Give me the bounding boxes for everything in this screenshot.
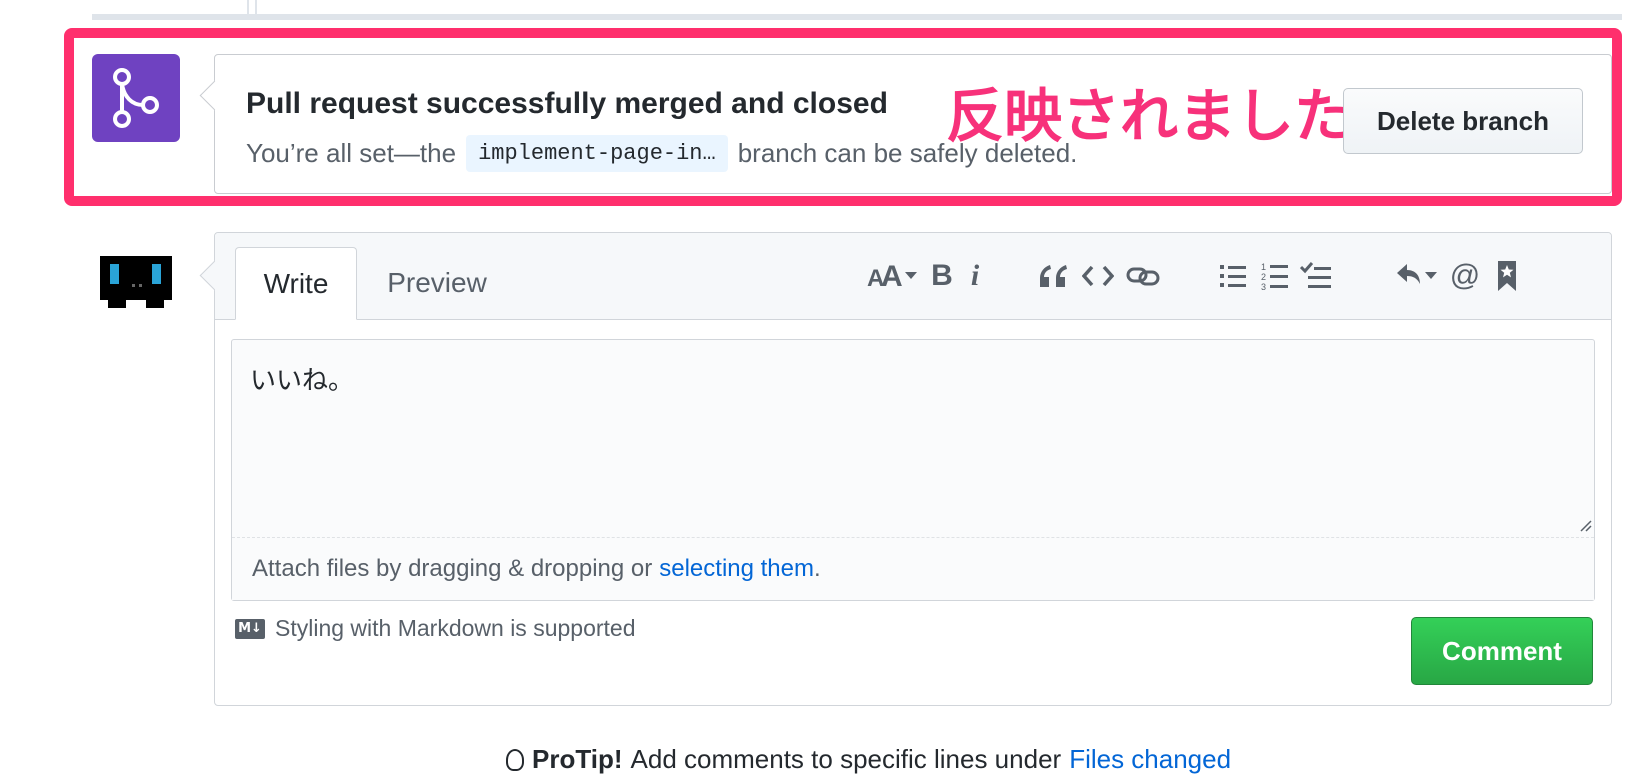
git-merge-icon <box>92 54 180 142</box>
avatar-mouth <box>132 284 142 290</box>
timeline-divider <box>92 14 1622 20</box>
delete-branch-button[interactable]: Delete branch <box>1343 88 1583 154</box>
reply-icon[interactable] <box>1395 251 1439 301</box>
avatar-eye <box>110 264 119 284</box>
mention-icon[interactable]: @ <box>1449 251 1481 301</box>
quote-icon[interactable] <box>1037 251 1069 301</box>
attach-text: Attach files by dragging & dropping or <box>252 555 653 582</box>
protip: ProTip! Add comments to specific lines u… <box>506 744 1231 775</box>
text-size-icon[interactable]: AA <box>865 251 925 301</box>
markdown-note[interactable]: M↓ Styling with Markdown is supported <box>235 615 636 642</box>
tab-write[interactable]: Write <box>235 247 357 320</box>
resize-handle-icon[interactable] <box>1580 520 1592 532</box>
task-list-icon[interactable] <box>1299 251 1333 301</box>
comment-button[interactable]: Comment <box>1411 617 1593 685</box>
bold-icon[interactable]: B <box>927 251 957 301</box>
merge-desc-before: You’re all set—the <box>246 138 457 168</box>
protip-label: ProTip! <box>532 744 623 774</box>
code-icon[interactable] <box>1081 251 1115 301</box>
markdown-icon: M↓ <box>235 618 265 639</box>
attach-files-bar[interactable]: Attach files by dragging & dropping or s… <box>232 537 1594 600</box>
merge-status-box: Pull request successfully merged and clo… <box>199 54 1612 194</box>
italic-icon[interactable]: i <box>963 251 987 301</box>
markdown-note-text[interactable]: Styling with Markdown is supported <box>275 615 636 642</box>
unordered-list-icon[interactable] <box>1217 251 1249 301</box>
annotation-text: 反映されました <box>946 82 1353 150</box>
tab-preview[interactable]: Preview <box>367 247 507 319</box>
merge-status-title: Pull request successfully merged and clo… <box>246 87 888 120</box>
svg-text:2: 2 <box>1261 272 1266 282</box>
comment-tabbar: Write Preview AA B i 123 @ <box>215 233 1611 320</box>
branch-name: implement-page-in… <box>466 135 728 172</box>
link-icon[interactable] <box>1125 251 1161 301</box>
svg-text:1: 1 <box>1261 262 1266 272</box>
ordered-list-icon[interactable]: 123 <box>1259 251 1291 301</box>
svg-text:3: 3 <box>1261 282 1266 291</box>
attach-period: . <box>814 555 821 582</box>
comment-textarea[interactable]: いいね。 Attach files by dragging & dropping… <box>231 339 1595 601</box>
files-changed-link[interactable]: Files changed <box>1069 744 1231 775</box>
bookmark-icon[interactable] <box>1495 251 1519 301</box>
avatar-foot <box>108 300 126 308</box>
timeline-top-strip <box>92 0 1622 20</box>
avatar-eye <box>152 264 161 284</box>
svg-text:A: A <box>881 260 903 292</box>
comment-text[interactable]: いいね。 <box>250 360 354 397</box>
protip-text: Add comments to specific lines under <box>630 744 1062 774</box>
box-caret <box>199 80 230 111</box>
avatar-foot <box>146 300 164 308</box>
select-files-link[interactable]: selecting them <box>659 555 814 583</box>
light-bulb-icon <box>506 748 524 771</box>
avatar[interactable] <box>100 256 172 308</box>
comment-form: Write Preview AA B i 123 @ いいね。 Attach f… <box>199 232 1612 706</box>
